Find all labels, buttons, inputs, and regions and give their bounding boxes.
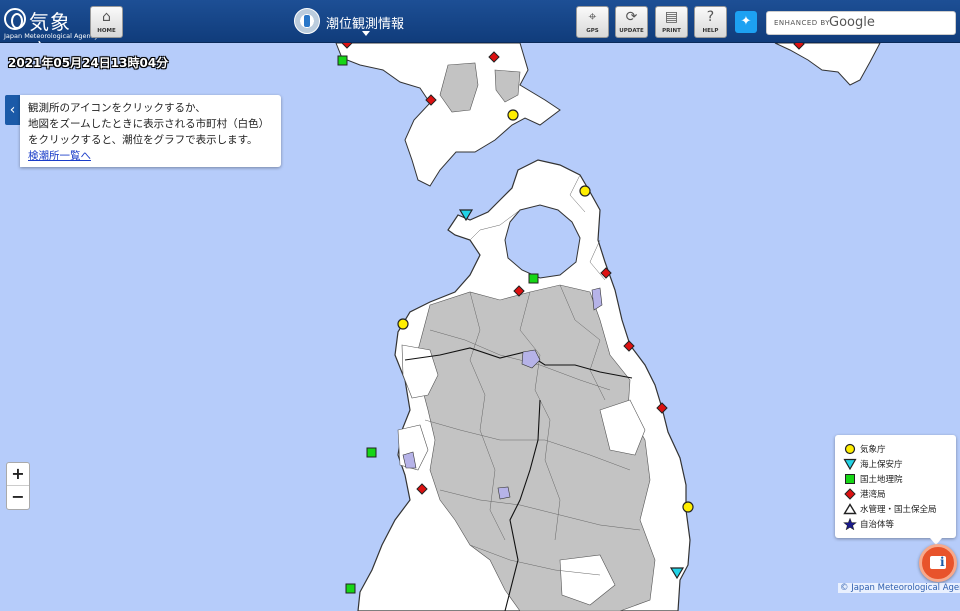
legend-item-coastguard: 海上保安庁 bbox=[843, 456, 948, 471]
jma-station-marker[interactable] bbox=[579, 185, 591, 197]
info-panel: 観測所のアイコンをクリックするか、 地図をズームしたときに表示される市町村（白色… bbox=[20, 95, 281, 167]
chevron-left-icon: ‹ bbox=[9, 102, 16, 118]
white-triangle-up-icon bbox=[843, 502, 857, 514]
print-button[interactable]: ▤ PRINT bbox=[655, 6, 688, 38]
legend-label: 水管理・国土保全局 bbox=[860, 504, 937, 515]
search-input[interactable]: ENHANCED BY Google bbox=[766, 11, 956, 35]
gsi-station-marker[interactable] bbox=[337, 55, 348, 66]
navy-star-icon bbox=[843, 517, 857, 530]
station-list-link[interactable]: 検潮所一覧へ bbox=[28, 150, 91, 162]
legend-label: 港湾局 bbox=[860, 489, 886, 500]
map-legend: 気象庁 海上保安庁 国土地理院 港湾局 水管理・国土保全局 自治体等 bbox=[835, 435, 956, 545]
house-icon: ⌂ bbox=[102, 9, 111, 25]
hokkaido-cape-east[interactable] bbox=[774, 43, 881, 86]
chevron-down-icon bbox=[362, 31, 370, 36]
gsi-station-marker[interactable] bbox=[366, 447, 377, 458]
map-attribution[interactable]: © Japan Meteorological Agency bbox=[838, 583, 960, 593]
print-label: PRINT bbox=[662, 28, 681, 34]
question-icon: ? bbox=[706, 9, 715, 25]
home-label: HOME bbox=[97, 28, 116, 34]
legend-item-jma: 気象庁 bbox=[843, 441, 948, 456]
info-panel-collapse-button[interactable]: ‹ bbox=[5, 95, 20, 125]
refresh-icon: ⟳ bbox=[625, 9, 638, 25]
jma-station-marker[interactable] bbox=[507, 109, 519, 121]
app-header: 気象庁 Japan Meteorological Agency ⌂ HOME 潮… bbox=[0, 0, 960, 63]
info-line-2: 地図をズームしたときに表示される市町村（白色） bbox=[28, 118, 270, 130]
info-line-3: をクリックすると、潮位をグラフで表示します。 bbox=[28, 134, 258, 146]
yellow-circle-icon bbox=[844, 443, 856, 454]
legend-label: 自治体等 bbox=[860, 519, 895, 530]
legend-item-water-management: 水管理・国土保全局 bbox=[843, 501, 948, 516]
gsi-station-marker[interactable] bbox=[345, 583, 356, 594]
legend-item-port: 港湾局 bbox=[843, 486, 948, 501]
printer-icon: ▤ bbox=[664, 9, 679, 25]
update-button[interactable]: ⟳ UPDATE bbox=[615, 6, 648, 38]
update-label: UPDATE bbox=[619, 28, 644, 34]
jma-logo-icon bbox=[4, 8, 26, 30]
legend-label: 海上保安庁 bbox=[860, 459, 903, 470]
logo-subtitle: Japan Meteorological Agency bbox=[4, 32, 99, 40]
gps-label: GPS bbox=[586, 28, 599, 34]
tide-gauge-icon bbox=[294, 8, 320, 34]
info-line-1: 観測所のアイコンをクリックするか、 bbox=[28, 102, 206, 114]
legend-label: 国土地理院 bbox=[860, 474, 903, 485]
red-diamond-icon bbox=[844, 487, 856, 500]
help-label: HELP bbox=[702, 28, 719, 34]
jma-station-marker[interactable] bbox=[397, 318, 409, 330]
twitter-bird-icon: ✦ bbox=[740, 14, 752, 29]
zoom-in-button[interactable]: + bbox=[7, 463, 29, 486]
page-title: 潮位観測情報 bbox=[326, 17, 405, 32]
observation-datetime: 2021年05月24日13時04分 bbox=[8, 56, 169, 70]
legend-info-button[interactable] bbox=[919, 544, 957, 582]
twitter-button[interactable]: ✦ bbox=[735, 11, 757, 33]
gsi-station-marker[interactable] bbox=[528, 273, 539, 284]
legend-item-municipality: 自治体等 bbox=[843, 516, 948, 531]
search-brand-label: Google bbox=[829, 15, 875, 30]
green-square-icon bbox=[845, 473, 855, 484]
hokkaido-landmass[interactable] bbox=[335, 43, 561, 187]
lake-tazawa[interactable] bbox=[497, 486, 511, 500]
legend-label: 気象庁 bbox=[860, 444, 886, 455]
crosshair-icon: ⌖ bbox=[588, 9, 597, 25]
jma-logo[interactable]: 気象庁 Japan Meteorological Agency bbox=[4, 4, 98, 63]
legend-item-gsi: 国土地理院 bbox=[843, 471, 948, 486]
help-button[interactable]: ? HELP bbox=[694, 6, 727, 38]
map-view[interactable]: 2021年05月24日13時04分 ‹ 観測所のアイコンをクリックするか、 地図… bbox=[0, 43, 960, 611]
search-enhanced-label: ENHANCED BY bbox=[774, 19, 831, 27]
home-button[interactable]: ⌂ HOME bbox=[90, 6, 123, 38]
cyan-triangle-down-icon bbox=[843, 458, 857, 470]
zoom-control: + − bbox=[6, 462, 30, 510]
zoom-out-button[interactable]: − bbox=[7, 486, 29, 509]
jma-station-marker[interactable] bbox=[682, 501, 694, 513]
gps-button[interactable]: ⌖ GPS bbox=[576, 6, 609, 38]
